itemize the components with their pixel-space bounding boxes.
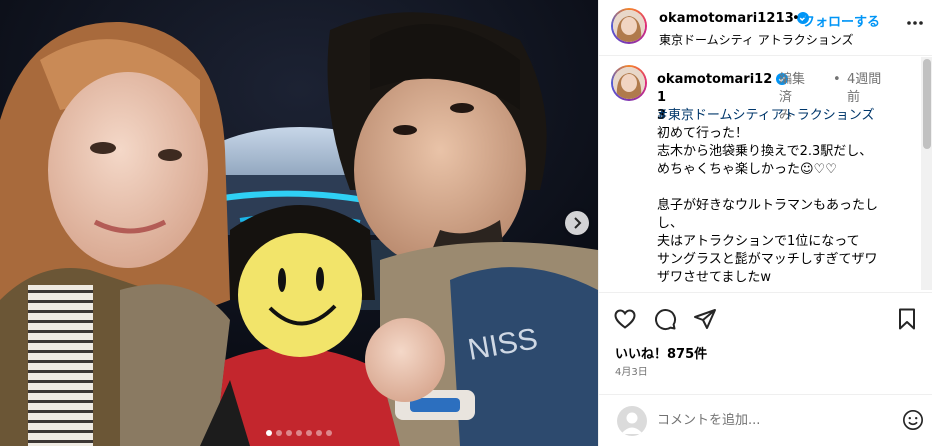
username-text[interactable]: okamotomari1213 (659, 11, 794, 26)
hashtag-link[interactable]: #東京ドームシティアトラクションズ (657, 107, 874, 125)
follow-button[interactable]: フォローする (802, 11, 880, 30)
caption-line: ザワさせてましたw (657, 270, 771, 285)
header-username[interactable]: okamotomari1213 (659, 11, 809, 26)
post-photo[interactable]: NISS (0, 0, 598, 446)
next-photo-button[interactable] (565, 211, 589, 235)
post-date[interactable]: 4月3日 (615, 363, 648, 378)
caption-line: サングラスと髭がマッチしすぎてザワ (657, 252, 878, 267)
location-link[interactable]: 東京ドームシティ アトラクションズ (659, 31, 854, 48)
post-sidebar: okamotomari1213 • フォローする 東京ドームシティ アトラクショ… (598, 0, 932, 446)
caption-timestamp[interactable]: 4週間 前 (847, 71, 887, 107)
more-options-icon[interactable] (905, 13, 925, 33)
carousel-dot (306, 430, 312, 436)
caption-avatar[interactable] (613, 67, 645, 99)
carousel-indicator (0, 430, 598, 436)
caption-line: 志木から池袋乗り換えで2.3駅だし、 (657, 144, 873, 159)
caption-line: めちゃくちゃ楽しかった☺︎♡♡ (657, 162, 837, 177)
likes-count[interactable]: いいね！875件 (615, 343, 707, 362)
carousel-dot (266, 430, 272, 436)
avatar[interactable] (613, 10, 645, 42)
comment-icon[interactable] (653, 307, 677, 331)
add-comment-bar (599, 394, 932, 446)
emoji-icon[interactable] (902, 409, 924, 431)
carousel-dot (276, 430, 282, 436)
heart-icon[interactable] (613, 307, 637, 331)
carousel-dot (326, 430, 332, 436)
caption-line: 夫はアトラクションで1位になって (657, 234, 860, 249)
scrollbar-thumb[interactable] (923, 59, 931, 149)
chevron-right-icon (574, 217, 582, 229)
carousel-dot (286, 430, 292, 436)
comment-input[interactable] (657, 409, 857, 431)
share-icon[interactable] (693, 307, 717, 331)
timestamp-text[interactable]: 4週間 (847, 71, 887, 89)
action-bar: いいね！875件 4月3日 (599, 292, 932, 378)
post-header: okamotomari1213 • フォローする 東京ドームシティ アトラクショ… (599, 0, 932, 56)
default-avatar-icon (621, 412, 643, 434)
viewer-avatar (617, 406, 647, 436)
photo-image: NISS (0, 0, 598, 446)
caption-username-line[interactable]: okamotomari121 (657, 71, 777, 107)
caption-line: し、 (657, 216, 684, 231)
separator-dot: • (833, 72, 841, 87)
carousel-dot (296, 430, 302, 436)
caption-line: 息子が好きなウルトラマンもあったし (657, 198, 879, 213)
avatar-image (613, 10, 645, 42)
caption-line: 初めて行った！ (657, 126, 749, 141)
separator-dot: • (792, 11, 800, 26)
carousel-dot (316, 430, 322, 436)
instagram-post: NISS okamotomari1213 • フォローする 東京ドームシティ ア… (0, 0, 932, 446)
comments-section[interactable]: okamotomari121 3 編集済 み • 4週間 前 #東京ドームシティ… (599, 57, 932, 290)
timestamp-text[interactable]: 前 (847, 89, 887, 107)
avatar-image (613, 67, 645, 99)
bookmark-icon[interactable] (895, 307, 919, 331)
edited-text: 編集済 (779, 72, 806, 105)
